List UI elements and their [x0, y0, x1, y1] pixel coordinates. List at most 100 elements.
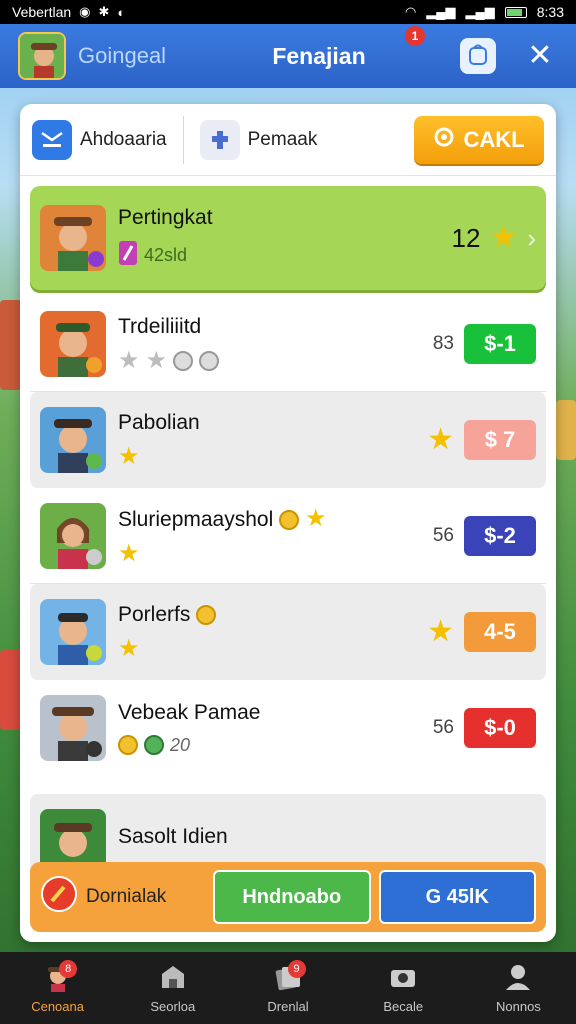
nav-item-drenlal[interactable]: 9 Drenlal [230, 952, 345, 1024]
hndnoabo-button[interactable]: Hndnoabo [213, 870, 371, 924]
player-score: 42sld [144, 244, 188, 265]
player-name-text: Porlerfs [118, 603, 191, 626]
background-house [556, 400, 576, 460]
star-icon: ★ [118, 539, 140, 567]
price-button[interactable]: $-0 [464, 708, 536, 748]
star-icon: ★ [427, 423, 454, 456]
pin-icon [40, 875, 78, 919]
player-avatar [40, 407, 106, 473]
player-name: Sluriepmaayshol ★ [118, 504, 433, 532]
notification-icon: ◉ [79, 4, 91, 19]
price-button[interactable]: $-2 [464, 516, 536, 556]
player-avatar [40, 205, 106, 271]
coin-icon [196, 605, 217, 626]
buy-button[interactable]: G 45lK [378, 870, 536, 924]
player-avatar [40, 599, 106, 665]
player-name: Pabolian [118, 411, 200, 434]
item-count: 20 [170, 734, 191, 755]
target-icon [433, 126, 455, 154]
player-avatar [40, 311, 106, 377]
player-name: Trdeiliiitd [118, 315, 202, 338]
coin-icon [173, 351, 194, 371]
puzzle-icon [199, 119, 240, 160]
player-name: Pertingkat [118, 205, 213, 229]
cakl-button[interactable]: CAKL [414, 115, 544, 164]
nav-label: Nonnos [496, 999, 541, 1014]
star-icon: ★ [427, 615, 454, 648]
backpack-icon [468, 43, 488, 70]
star-icon: ★ [118, 635, 140, 662]
nav-badge: 9 [287, 960, 306, 978]
leaderboard-panel: Ahdoaaria Pemaak CAKL Pertingkat 42sld 1… [20, 104, 556, 942]
star-icon: ★ [118, 347, 140, 374]
list-item[interactable]: Porlerfs ★ ★ 4-5 [30, 584, 546, 680]
tab-divider [182, 115, 184, 164]
player-avatar[interactable] [18, 32, 66, 80]
price-button[interactable]: $ 7 [464, 420, 536, 460]
inbox-icon [32, 119, 72, 160]
profile-icon [503, 962, 533, 995]
coin-icon [279, 509, 300, 530]
action-bar: Dornialak Hndnoabo G 45lK [30, 862, 546, 932]
potion-icon [118, 240, 138, 271]
settings-icon: ✱ [98, 4, 110, 19]
tab-bar: Ahdoaaria Pemaak CAKL [20, 104, 556, 176]
chevron-right-icon[interactable]: › [527, 223, 536, 254]
coin-icon [199, 351, 220, 371]
gem-icon [144, 735, 164, 755]
nav-label: Seorloa [150, 999, 196, 1014]
camera-icon [388, 962, 418, 995]
nav-label: Becale [383, 999, 424, 1014]
battery-icon [504, 6, 527, 18]
player-avatar [40, 695, 106, 761]
player-name-text: Sluriepmaayshol [118, 507, 274, 531]
signal-icon: ▂▄▆ [465, 4, 495, 19]
page-title: Fenajian [272, 42, 366, 69]
clock: 8:33 [536, 4, 564, 20]
price-button[interactable]: $-1 [464, 324, 536, 364]
nav-badge: 8 [59, 960, 78, 978]
star-icon: ★ [118, 443, 140, 470]
star-icon: ★ [145, 347, 168, 374]
list-item[interactable]: Pertingkat 42sld 12 ★ › [30, 186, 546, 290]
action-label: Dornialak [86, 886, 167, 907]
list-item[interactable]: Sluriepmaayshol ★ ★ 56 $-2 [30, 488, 546, 584]
status-bar: Vebertlan ◉ ✱ ◐ ◠ ▂▄▆ ▂▄▆ 8:33 [0, 0, 576, 24]
tab-label: Pemaak [247, 128, 318, 150]
player-name: Porlerfs [118, 603, 427, 627]
shop-icon [158, 962, 188, 995]
nav-item-becale[interactable]: Becale [346, 952, 461, 1024]
nav-label: Drenlal [267, 999, 309, 1014]
list-item[interactable]: Trdeiliiitd ★ ★ 83 $-1 [30, 296, 546, 392]
nav-item-cenoana[interactable]: 8 Cenoana [0, 952, 115, 1024]
nav-item-nonnos[interactable]: Nonnos [461, 952, 576, 1024]
rank-number: 56 [432, 525, 454, 546]
rank-number: 83 [432, 333, 454, 354]
rank-number: 12 [451, 222, 481, 253]
top-header: Goingeal Fenajian 1 ✕ [0, 24, 576, 88]
backpack-button[interactable] [460, 38, 496, 74]
wifi-icon: ◠ [404, 4, 417, 19]
list-item[interactable]: Pabolian ★ ★ $ 7 [30, 392, 546, 488]
nav-label: Cenoana [31, 999, 84, 1014]
notification-badge: 1 [405, 26, 425, 46]
star-icon: ★ [304, 504, 327, 532]
player-avatar [40, 503, 106, 569]
signal-icon: ▂▄▆ [426, 4, 456, 19]
carrier-label: Vebertlan [12, 4, 72, 20]
background-house [0, 300, 22, 390]
bottom-nav: 8 Cenoana Seorloa 9 Drenlal Becale Nonno… [0, 952, 576, 1024]
tab-pemaak[interactable]: Pemaak [199, 119, 318, 160]
location-icon: ◐ [117, 4, 126, 20]
price-button[interactable]: 4-5 [464, 612, 536, 652]
player-name: Vebeak Pamae [118, 700, 261, 724]
star-icon: ★ [490, 221, 518, 254]
list-item[interactable]: Vebeak Pamae 20 56 $-0 [30, 680, 546, 776]
cakl-label: CAKL [463, 126, 525, 152]
nav-item-seorloa[interactable]: Seorloa [115, 952, 230, 1024]
tab-label: Ahdoaaria [80, 128, 167, 150]
close-button[interactable]: ✕ [522, 41, 558, 71]
player-list: Pertingkat 42sld 12 ★ › Trdeiliiitd ★ ★ … [20, 186, 556, 890]
rank-number: 56 [432, 717, 454, 738]
tab-ahdoaaria[interactable]: Ahdoaaria [32, 119, 167, 160]
